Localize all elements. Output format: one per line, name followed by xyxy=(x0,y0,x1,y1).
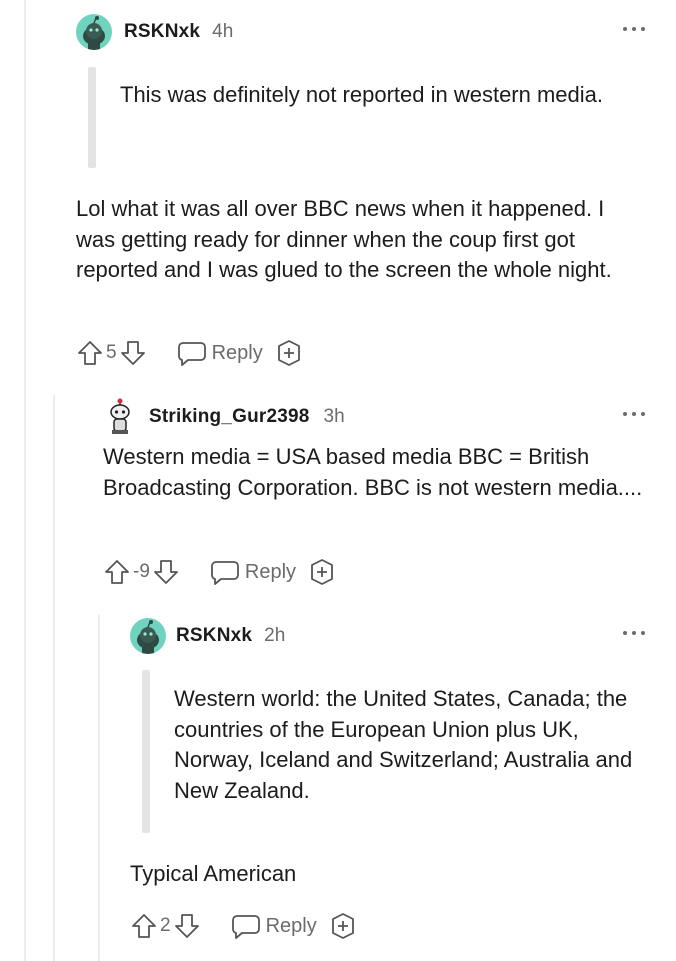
downvote-icon[interactable] xyxy=(119,339,147,367)
avatar[interactable] xyxy=(76,14,112,50)
comment-actions: 5 Reply xyxy=(76,338,303,368)
upvote-icon[interactable] xyxy=(76,339,104,367)
timestamp: 4h xyxy=(212,21,234,42)
comment-body: Typical American xyxy=(130,861,297,886)
upvote-icon[interactable] xyxy=(103,558,131,586)
comment-actions: 2 Reply xyxy=(130,911,357,941)
timestamp: 3h xyxy=(323,406,345,427)
username[interactable]: Striking_Gur2398 xyxy=(149,406,310,428)
thread-line xyxy=(53,395,55,961)
comment-actions: -9 Reply xyxy=(103,557,336,587)
comment-body: Western media = USA based media BBC = Br… xyxy=(103,444,643,500)
comment-body: Lol what it was all over BBC news when i… xyxy=(76,196,612,282)
reply-label: Reply xyxy=(244,560,297,583)
downvote-icon[interactable] xyxy=(152,558,180,586)
award-icon[interactable] xyxy=(275,339,303,367)
thread-line xyxy=(24,0,26,961)
quoted-text: This was definitely not reported in west… xyxy=(120,82,604,107)
speech-bubble-icon xyxy=(231,915,260,939)
more-options-button[interactable] xyxy=(623,628,647,638)
reply-button[interactable]: Reply xyxy=(177,339,263,367)
upvote-icon[interactable] xyxy=(130,912,158,940)
avatar[interactable] xyxy=(103,398,137,436)
reply-label: Reply xyxy=(265,914,317,937)
username[interactable]: RSKNxk xyxy=(124,21,200,43)
more-options-button[interactable] xyxy=(623,24,647,34)
speech-bubble-icon xyxy=(211,561,239,585)
reply-button[interactable]: Reply xyxy=(231,912,317,940)
username[interactable]: RSKNxk xyxy=(176,625,252,647)
comment-header: Striking_Gur2398 3h xyxy=(103,398,345,436)
snoo-avatar-icon xyxy=(83,16,105,50)
award-icon[interactable] xyxy=(308,558,336,586)
quoted-text: Western world: the United States, Canada… xyxy=(174,686,633,803)
speech-bubble-icon xyxy=(177,342,206,366)
quote-bar xyxy=(88,67,96,168)
reply-button[interactable]: Reply xyxy=(210,558,296,586)
more-options-button[interactable] xyxy=(623,409,647,419)
comment-header: RSKNxk 2h xyxy=(130,618,285,654)
thread-line xyxy=(98,615,100,961)
comment-header: RSKNxk 4h xyxy=(76,14,233,50)
downvote-icon[interactable] xyxy=(173,912,201,940)
snoo-avatar-icon xyxy=(137,620,159,654)
award-icon[interactable] xyxy=(329,912,357,940)
avatar[interactable] xyxy=(130,618,166,654)
snoo-avatar-icon xyxy=(110,398,130,434)
vote-score: 2 xyxy=(160,915,171,936)
timestamp: 2h xyxy=(264,625,286,646)
vote-score: 5 xyxy=(106,342,117,363)
vote-score: -9 xyxy=(133,561,150,582)
reply-label: Reply xyxy=(211,341,263,364)
quote-bar xyxy=(142,670,150,833)
